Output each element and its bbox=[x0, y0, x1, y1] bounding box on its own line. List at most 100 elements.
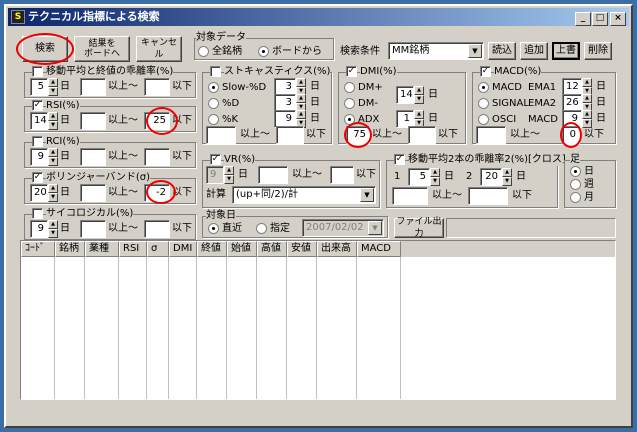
ma2-p1[interactable]: 5 bbox=[408, 168, 430, 186]
rci-min[interactable] bbox=[80, 148, 106, 166]
psycho-max[interactable] bbox=[144, 220, 170, 238]
macd-checkbox[interactable]: ✓ bbox=[480, 66, 491, 77]
dmi-checkbox[interactable]: ✓ bbox=[346, 66, 357, 77]
rsi-min[interactable] bbox=[80, 112, 106, 130]
k-radio[interactable] bbox=[208, 114, 219, 125]
specify-radio[interactable] bbox=[256, 223, 267, 234]
result-table[interactable]: ｺｰﾄﾞ 銘柄 業種 RSI σ DMI 終値 始値 高値 安値 出来高 MACD bbox=[20, 240, 616, 400]
column-header[interactable]: 出来高 bbox=[317, 241, 357, 257]
board-radio[interactable] bbox=[258, 46, 269, 57]
psycho-min[interactable] bbox=[80, 220, 106, 238]
psycho-checkbox[interactable] bbox=[32, 208, 43, 219]
bollinger-spinner[interactable]: ▲ ▼ bbox=[48, 184, 58, 202]
column-header[interactable]: DMI bbox=[169, 241, 197, 257]
condition-select[interactable]: MM銘柄 ▼ bbox=[388, 42, 484, 60]
stoch-checkbox[interactable] bbox=[210, 66, 221, 77]
column-header[interactable]: MACD bbox=[357, 241, 401, 257]
rci-period[interactable]: 9 bbox=[30, 148, 48, 166]
dropdown-arrow-icon: ▼ bbox=[468, 44, 482, 58]
vr-spinner[interactable]: ▲ ▼ bbox=[224, 166, 234, 184]
rci-spinner[interactable]: ▲ ▼ bbox=[48, 148, 58, 166]
cancel-button[interactable]: キャンセル bbox=[136, 36, 182, 62]
column-header[interactable]: 始値 bbox=[227, 241, 257, 257]
osci-radio[interactable] bbox=[478, 114, 489, 125]
ma2-max[interactable] bbox=[468, 187, 508, 205]
ma-div-min[interactable] bbox=[80, 78, 106, 96]
column-header[interactable]: 終値 bbox=[197, 241, 227, 257]
monthly-radio[interactable] bbox=[570, 192, 581, 203]
column-header[interactable]: 安値 bbox=[287, 241, 317, 257]
macd-max[interactable]: 0 bbox=[562, 126, 580, 144]
macd-min[interactable] bbox=[476, 126, 506, 144]
signal-radio[interactable] bbox=[478, 98, 489, 109]
rsi-checkbox[interactable]: ✓ bbox=[32, 100, 43, 111]
dmi-p1[interactable]: 14 bbox=[396, 86, 414, 104]
ma2-p2[interactable]: 20 bbox=[480, 168, 502, 186]
dmi-max[interactable] bbox=[408, 126, 436, 144]
ma-div-checkbox[interactable] bbox=[32, 66, 43, 77]
bollinger-checkbox[interactable]: ✓ bbox=[32, 172, 43, 183]
daily-radio[interactable] bbox=[570, 166, 581, 177]
macd-radio[interactable] bbox=[478, 82, 489, 93]
maximize-button[interactable]: □ bbox=[592, 12, 608, 26]
dm-minus-radio[interactable] bbox=[344, 98, 355, 109]
date-picker[interactable]: 2007/02/02 ▼ bbox=[302, 219, 384, 237]
column-header[interactable]: 銘柄 bbox=[55, 241, 85, 257]
ge-label: 以上～ bbox=[510, 129, 540, 140]
rci-max[interactable] bbox=[144, 148, 170, 166]
rsi-max[interactable]: 25 bbox=[144, 112, 170, 130]
bollinger-min[interactable] bbox=[80, 184, 106, 202]
stoch-max[interactable] bbox=[276, 126, 304, 144]
minimize-button[interactable]: _ bbox=[575, 12, 591, 26]
macd-period-spinner[interactable]: ▲ ▼ bbox=[582, 110, 592, 128]
column-header[interactable]: 高値 bbox=[257, 241, 287, 257]
column-gridline bbox=[256, 257, 257, 399]
column-header[interactable]: RSI bbox=[119, 241, 147, 257]
ge-label: 以上～ bbox=[240, 129, 270, 140]
ma2-checkbox[interactable]: ✓ bbox=[394, 154, 405, 165]
dropdown-arrow-icon: ▼ bbox=[360, 188, 374, 202]
column-header[interactable]: ｺｰﾄﾞ bbox=[21, 241, 55, 257]
load-button[interactable]: 読込 bbox=[488, 42, 516, 60]
search-button[interactable]: 検索 bbox=[22, 36, 68, 62]
calc-select[interactable]: (up+同/2)/計 ▼ bbox=[232, 186, 376, 204]
slow-d-radio[interactable] bbox=[208, 82, 219, 93]
rsi-period[interactable]: 14 bbox=[30, 112, 48, 130]
d-radio[interactable] bbox=[208, 98, 219, 109]
dm-plus-radio[interactable] bbox=[344, 82, 355, 93]
table-header: ｺｰﾄﾞ 銘柄 業種 RSI σ DMI 終値 始値 高値 安値 出来高 MACD bbox=[21, 241, 615, 257]
ma2-p2-spinner[interactable]: ▲ ▼ bbox=[502, 168, 512, 186]
file-output-button[interactable]: ファイル出力 bbox=[394, 217, 444, 239]
ma2-p1-spinner[interactable]: ▲ ▼ bbox=[430, 168, 440, 186]
dmi-min[interactable]: 75 bbox=[346, 126, 370, 144]
ma-div-period[interactable]: 5 bbox=[30, 78, 48, 96]
vr-period[interactable]: 9 bbox=[206, 166, 224, 184]
daily-label: 日 bbox=[584, 166, 594, 177]
stoch-min[interactable] bbox=[206, 126, 236, 144]
all-stocks-radio[interactable] bbox=[198, 46, 209, 57]
rsi-spinner[interactable]: ▲ ▼ bbox=[48, 112, 58, 130]
ma-div-max[interactable] bbox=[144, 78, 170, 96]
adx-radio[interactable] bbox=[344, 114, 355, 125]
close-button[interactable]: × bbox=[610, 12, 626, 26]
rci-checkbox[interactable] bbox=[32, 136, 43, 147]
bollinger-period[interactable]: 20 bbox=[30, 184, 48, 202]
vr-checkbox[interactable]: ✓ bbox=[210, 154, 221, 165]
ma-div-spinner[interactable]: ▲ ▼ bbox=[48, 78, 58, 96]
column-header[interactable]: σ bbox=[147, 241, 169, 257]
psycho-spinner[interactable]: ▲ ▼ bbox=[48, 220, 58, 238]
ma2-min[interactable] bbox=[392, 187, 428, 205]
board-result-button[interactable]: 結果を ボードへ bbox=[74, 36, 130, 62]
recent-radio[interactable] bbox=[208, 223, 219, 234]
psycho-period[interactable]: 9 bbox=[30, 220, 48, 238]
dmi-p1-spinner[interactable]: ▲ ▼ bbox=[414, 86, 424, 104]
vr-min[interactable] bbox=[258, 166, 288, 184]
delete-button[interactable]: 削除 bbox=[584, 42, 612, 60]
title-bar: S テクニカル指標による検索 _ □ × bbox=[8, 8, 629, 26]
weekly-radio[interactable] bbox=[570, 179, 581, 190]
bollinger-max[interactable]: -2 bbox=[144, 184, 170, 202]
overwrite-button[interactable]: 上書 bbox=[552, 42, 580, 60]
column-header[interactable]: 業種 bbox=[85, 241, 119, 257]
add-button[interactable]: 追加 bbox=[520, 42, 548, 60]
vr-max[interactable] bbox=[330, 166, 354, 184]
